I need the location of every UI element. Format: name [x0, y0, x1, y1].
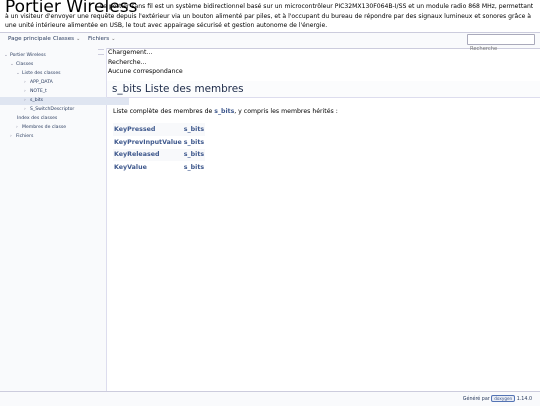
- table-row: KeyReleased s_bits: [113, 148, 206, 162]
- tree-item-label: Membres de classe: [22, 125, 67, 130]
- tree-item-class-index[interactable]: Index des classes: [0, 115, 122, 123]
- tree-item-label: Liste des classes: [22, 71, 61, 76]
- table-row: KeyPressed s_bits: [113, 123, 206, 136]
- footer-text: Généré par doxygen 1.14.0: [463, 395, 532, 402]
- tree-item-class-list[interactable]: ⌄ Liste des classes: [0, 70, 121, 78]
- tree-item-classes[interactable]: ⌄ Classes: [0, 61, 115, 69]
- member-link[interactable]: KeyPrevInputValue: [113, 136, 183, 149]
- member-table: KeyPressed s_bits KeyPrevInputValue s_bi…: [113, 123, 206, 174]
- search-status-loading: Chargement...: [108, 49, 153, 56]
- search-status-no-match: Aucune correspondance: [108, 68, 183, 75]
- footer-version: 1.14.0: [516, 397, 532, 402]
- tree-item-label: Classes: [16, 62, 34, 67]
- doxygen-logo[interactable]: doxygen: [491, 395, 516, 402]
- nav-classes-label: Classes: [53, 36, 75, 42]
- side-nav-tree: ⌄ Portier Wireless ⌄ Classes ⌄ Liste des cl…: [0, 48, 129, 391]
- table-row: KeyPrevInputValue s_bits: [113, 136, 205, 149]
- nav-main-page-label: Page principale: [8, 36, 51, 42]
- project-name: Portier Wireless: [5, 0, 138, 17]
- member-class-link[interactable]: s_bits: [182, 123, 206, 136]
- member-class-link[interactable]: s_bits: [182, 148, 206, 162]
- nav-files[interactable]: Fichiers ⌄: [88, 36, 115, 42]
- nav-main-page[interactable]: Page principale: [8, 36, 51, 42]
- intro-text-after: , y compris les membres hérités :: [234, 108, 338, 115]
- tree-item-portier-wireless[interactable]: ⌄ Portier Wireless: [0, 52, 109, 60]
- page-header: Le portier sans fil est un système bidir…: [0, 0, 540, 32]
- member-class-link[interactable]: s_bits: [183, 136, 205, 149]
- page-title: s_bits Liste des membres: [112, 83, 244, 95]
- intro-text-before: Liste complète des membres de: [113, 108, 215, 115]
- intro-text: Liste complète des membres de s_bits, y …: [113, 108, 338, 115]
- class-link[interactable]: s_bits: [214, 108, 234, 115]
- sidebar-resize-handle[interactable]: [98, 49, 104, 55]
- tree-item-label: Portier Wireless: [10, 53, 46, 58]
- top-navbar: Page principale Classes ⌄ Fichiers ⌄: [0, 32, 540, 54]
- search-status-searching: Recherche...: [108, 59, 147, 66]
- footer: Généré par doxygen 1.14.0: [0, 391, 540, 406]
- tree-item-label: APP_DATA: [30, 80, 53, 85]
- title-bar: s_bits Liste des membres: [107, 81, 540, 98]
- member-link[interactable]: KeyPressed: [113, 123, 183, 136]
- tree-item-label: Index des classes: [17, 116, 58, 121]
- tree-item-files[interactable]: › Fichiers: [0, 133, 115, 141]
- nav-classes[interactable]: Classes ⌄: [53, 36, 80, 42]
- tree-item-label: NOTE_t: [30, 89, 47, 94]
- chevron-down-icon: ⌄: [111, 36, 116, 42]
- main-content: Chargement... Recherche... Aucune corres…: [107, 48, 540, 391]
- chevron-down-icon: ⌄: [76, 36, 81, 42]
- tree-item-label: S_SwitchDescriptor: [30, 107, 75, 112]
- search-box: [467, 34, 535, 54]
- member-class-link[interactable]: s_bits: [183, 161, 205, 174]
- tree-item-label: Fichiers: [16, 134, 34, 139]
- member-link[interactable]: KeyValue: [113, 161, 183, 174]
- tree-item-class-members[interactable]: › Membres de classe: [0, 124, 121, 132]
- tree-item-label: s_bits: [30, 98, 44, 103]
- member-link[interactable]: KeyReleased: [113, 148, 183, 162]
- footer-generated-by: Généré par: [462, 397, 492, 402]
- table-row: KeyValue s_bits: [113, 161, 205, 174]
- nav-files-label: Fichiers: [88, 36, 110, 42]
